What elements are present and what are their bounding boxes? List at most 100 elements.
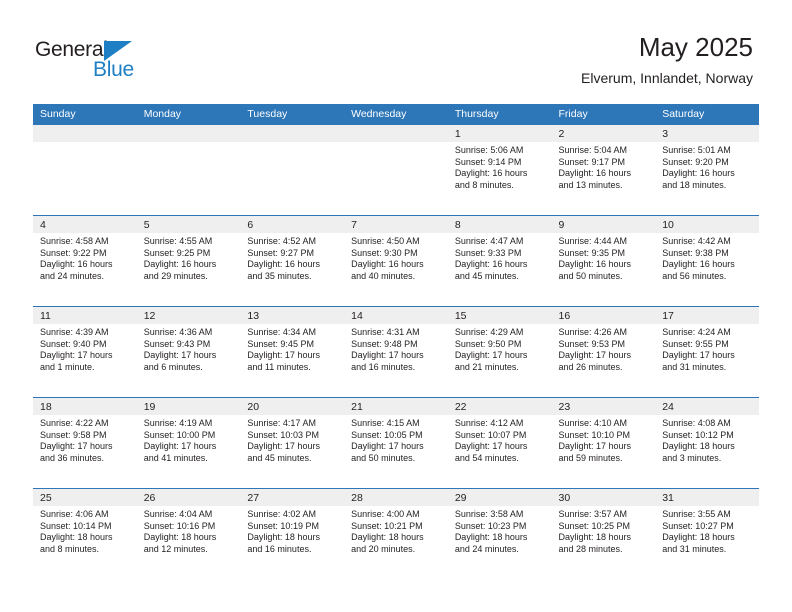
calendar-day-cell[interactable]: 17 Sunrise: 4:24 AM Sunset: 9:55 PM Dayligh… [655, 306, 759, 398]
day-detail-line: and 35 minutes. [247, 270, 312, 281]
calendar-day-cell[interactable]: 24 Sunrise: 4:08 AM Sunset: 10:12 PM Daylig… [655, 397, 759, 489]
day-detail-line: Daylight: 16 hours [558, 259, 632, 270]
calendar-day-cell[interactable]: 4 Sunrise: 4:58 AM Sunset: 9:22 PM Daylight… [33, 215, 137, 307]
day-cell-content: 25 Sunrise: 4:06 AM Sunset: 10:14 PM Daylig… [33, 489, 137, 579]
day-detail-line: Sunrise: 4:04 AM [143, 509, 213, 519]
day-cell-content: 27 Sunrise: 4:02 AM Sunset: 10:19 PM Daylig… [240, 489, 345, 579]
day-detail-line: Sunset: 10:27 PM [662, 520, 734, 531]
calendar-day-cell[interactable]: 19 Sunrise: 4:19 AM Sunset: 10:00 PM Daylig… [136, 397, 241, 489]
calendar-day-cell[interactable]: 9 Sunrise: 4:44 AM Sunset: 9:35 PM Daylight… [551, 215, 656, 307]
calendar-day-cell[interactable]: 1 Sunrise: 5:06 AM Sunset: 9:14 PM Daylight… [447, 125, 552, 216]
day-detail-line: Sunset: 9:58 PM [40, 429, 107, 440]
day-cell-content: 20 Sunrise: 4:17 AM Sunset: 10:03 PM Daylig… [240, 398, 345, 488]
calendar-day-cell[interactable]: 7 Sunrise: 4:50 AM Sunset: 9:30 PM Daylight… [344, 215, 448, 307]
day-detail-line: and 31 minutes. [662, 543, 727, 554]
day-number: 29 [447, 489, 552, 506]
weekday-header-thursday: Thursday [447, 104, 552, 125]
calendar-day-cell[interactable]: 2 Sunrise: 5:04 AM Sunset: 9:17 PM Daylight… [551, 125, 656, 216]
day-sun-details [344, 142, 448, 145]
day-sun-details: Sunrise: 4:58 AM Sunset: 9:22 PM Daylight:… [33, 233, 137, 282]
calendar-day-cell[interactable]: 14 Sunrise: 4:31 AM Sunset: 9:48 PM Dayligh… [344, 306, 448, 398]
calendar-day-cell[interactable]: 25 Sunrise: 4:06 AM Sunset: 10:14 PM Daylig… [33, 488, 137, 579]
calendar-day-cell[interactable]: 30 Sunrise: 3:57 AM Sunset: 10:25 PM Daylig… [551, 488, 656, 579]
day-detail-line: Sunrise: 4:47 AM [454, 236, 524, 246]
day-cell-content: 4 Sunrise: 4:58 AM Sunset: 9:22 PM Daylight… [33, 216, 137, 306]
calendar-day-cell[interactable]: 12 Sunrise: 4:36 AM Sunset: 9:43 PM Dayligh… [136, 306, 241, 398]
weekday-header-row: Sunday Monday Tuesday Wednesday Thursday… [33, 104, 759, 125]
calendar-day-cell[interactable]: 18 Sunrise: 4:22 AM Sunset: 9:58 PM Dayligh… [33, 397, 137, 489]
calendar-day-cell[interactable]: 22 Sunrise: 4:12 AM Sunset: 10:07 PM Daylig… [447, 397, 552, 489]
day-detail-line: Sunset: 10:00 PM [143, 429, 216, 440]
day-detail-line: Sunset: 9:50 PM [454, 338, 522, 349]
weekday-header-sunday: Sunday [33, 104, 137, 125]
day-sun-details: Sunrise: 3:57 AM Sunset: 10:25 PM Daylight… [552, 506, 656, 555]
calendar-day-cell[interactable]: 28 Sunrise: 4:00 AM Sunset: 10:21 PM Daylig… [344, 488, 448, 579]
day-number: 22 [447, 398, 552, 415]
day-detail-line: Daylight: 18 hours [40, 532, 113, 543]
calendar-day-cell[interactable] [344, 125, 448, 216]
day-detail-line: Sunrise: 4:08 AM [662, 418, 731, 428]
calendar-day-cell[interactable]: 5 Sunrise: 4:55 AM Sunset: 9:25 PM Daylight… [136, 215, 241, 307]
calendar-day-cell[interactable] [33, 125, 137, 216]
general-blue-logo[interactable]: General Blue [35, 38, 165, 84]
day-detail-line: Sunrise: 4:58 AM [40, 236, 109, 246]
calendar-day-cell[interactable]: 16 Sunrise: 4:26 AM Sunset: 9:53 PM Dayligh… [551, 306, 656, 398]
calendar-day-cell[interactable]: 15 Sunrise: 4:29 AM Sunset: 9:50 PM Dayligh… [447, 306, 552, 398]
day-cell-content [136, 125, 241, 215]
day-number: 6 [240, 216, 345, 233]
day-detail-line: Daylight: 17 hours [454, 350, 528, 361]
day-sun-details: Sunrise: 5:01 AM Sunset: 9:20 PM Daylight:… [655, 142, 759, 191]
day-detail-line: Sunrise: 4:39 AM [40, 327, 109, 337]
day-detail-line: Daylight: 17 hours [351, 350, 424, 361]
day-cell-content: 26 Sunrise: 4:04 AM Sunset: 10:16 PM Daylig… [136, 489, 241, 579]
day-sun-details: Sunrise: 4:52 AM Sunset: 9:27 PM Daylight:… [240, 233, 344, 282]
calendar-day-cell[interactable]: 8 Sunrise: 4:47 AM Sunset: 9:33 PM Daylight… [447, 215, 552, 307]
day-number: 24 [655, 398, 759, 415]
calendar-day-cell[interactable]: 13 Sunrise: 4:34 AM Sunset: 9:45 PM Dayligh… [240, 306, 345, 398]
day-detail-line: Sunset: 9:22 PM [40, 247, 107, 258]
calendar-day-cell[interactable]: 21 Sunrise: 4:15 AM Sunset: 10:05 PM Daylig… [344, 397, 448, 489]
calendar-grid: Sunday Monday Tuesday Wednesday Thursday… [33, 104, 759, 579]
day-number: 19 [136, 398, 241, 415]
day-detail-line: Sunset: 9:14 PM [454, 156, 522, 167]
day-sun-details: Sunrise: 4:34 AM Sunset: 9:45 PM Daylight:… [240, 324, 344, 373]
day-number: 12 [136, 307, 241, 324]
logo-text-blue: Blue [93, 58, 134, 81]
weekday-header-wednesday: Wednesday [344, 104, 448, 125]
day-sun-details: Sunrise: 4:04 AM Sunset: 10:16 PM Daylight… [137, 506, 241, 555]
day-number: 7 [344, 216, 448, 233]
day-detail-line: Daylight: 17 hours [558, 350, 632, 361]
day-cell-content: 12 Sunrise: 4:36 AM Sunset: 9:43 PM Dayligh… [136, 307, 241, 397]
calendar-day-cell[interactable]: 11 Sunrise: 4:39 AM Sunset: 9:40 PM Dayligh… [33, 306, 137, 398]
day-sun-details: Sunrise: 4:08 AM Sunset: 10:12 PM Daylight… [655, 415, 759, 464]
day-cell-content: 28 Sunrise: 4:00 AM Sunset: 10:21 PM Daylig… [344, 489, 448, 579]
calendar-day-cell[interactable]: 10 Sunrise: 4:42 AM Sunset: 9:38 PM Dayligh… [655, 215, 759, 307]
day-detail-line: Daylight: 17 hours [143, 441, 217, 452]
calendar-week-row: 11 Sunrise: 4:39 AM Sunset: 9:40 PM Dayligh… [33, 306, 759, 398]
calendar-day-cell[interactable] [240, 125, 345, 216]
day-cell-content: 16 Sunrise: 4:26 AM Sunset: 9:53 PM Dayligh… [551, 307, 656, 397]
day-detail-line: Sunset: 10:16 PM [143, 520, 216, 531]
day-detail-line: and 28 minutes. [558, 543, 623, 554]
day-detail-line: Sunrise: 4:26 AM [558, 327, 628, 337]
calendar-day-cell[interactable]: 31 Sunrise: 3:55 AM Sunset: 10:27 PM Daylig… [655, 488, 759, 579]
calendar-day-cell[interactable]: 3 Sunrise: 5:01 AM Sunset: 9:20 PM Daylight… [655, 125, 759, 216]
day-detail-line: Sunrise: 3:57 AM [558, 509, 628, 519]
calendar-day-cell[interactable]: 20 Sunrise: 4:17 AM Sunset: 10:03 PM Daylig… [240, 397, 345, 489]
calendar-day-cell[interactable]: 6 Sunrise: 4:52 AM Sunset: 9:27 PM Daylight… [240, 215, 345, 307]
calendar-day-cell[interactable]: 23 Sunrise: 4:10 AM Sunset: 10:10 PM Daylig… [551, 397, 656, 489]
calendar-day-cell[interactable] [136, 125, 241, 216]
day-number: 18 [33, 398, 137, 415]
calendar-day-cell[interactable]: 29 Sunrise: 3:58 AM Sunset: 10:23 PM Daylig… [447, 488, 552, 579]
calendar-day-cell[interactable]: 27 Sunrise: 4:02 AM Sunset: 10:19 PM Daylig… [240, 488, 345, 579]
weekday-header-tuesday: Tuesday [240, 104, 345, 125]
day-detail-line: Sunrise: 4:55 AM [143, 236, 213, 246]
day-detail-line: Daylight: 16 hours [454, 168, 528, 179]
calendar-day-cell[interactable]: 26 Sunrise: 4:04 AM Sunset: 10:16 PM Daylig… [136, 488, 241, 579]
day-sun-details: Sunrise: 4:17 AM Sunset: 10:03 PM Daylight… [240, 415, 344, 464]
day-cell-content: 9 Sunrise: 4:44 AM Sunset: 9:35 PM Daylight… [551, 216, 656, 306]
calendar-body: 1 Sunrise: 5:06 AM Sunset: 9:14 PM Daylight… [33, 125, 759, 579]
day-number: 30 [551, 489, 656, 506]
day-number: 28 [344, 489, 448, 506]
day-detail-line: and 45 minutes. [247, 452, 312, 463]
